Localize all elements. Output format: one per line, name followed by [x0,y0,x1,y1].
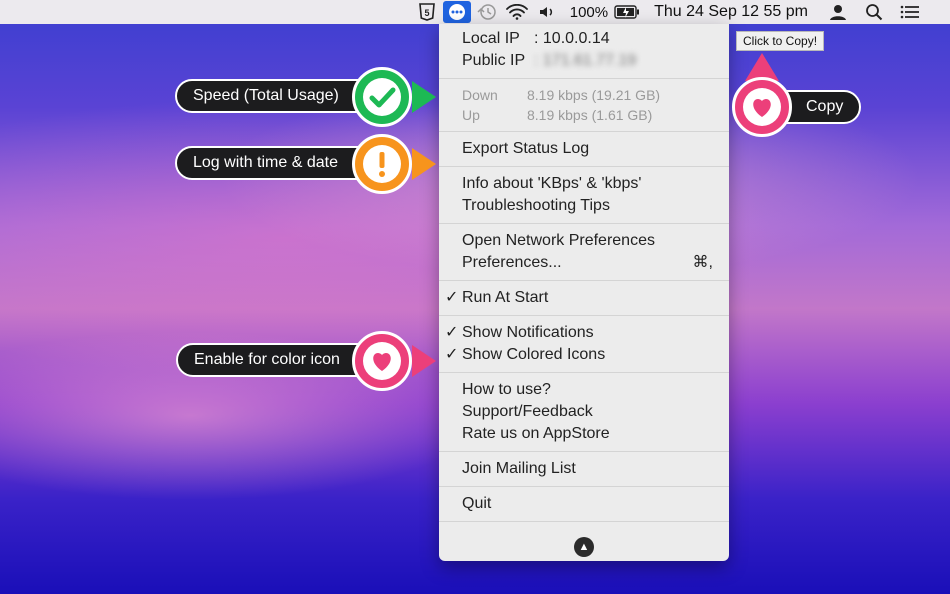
log-callout-label: Log with time & date [193,154,338,171]
down-value: 8.19 kbps (19.21 GB) [527,87,661,103]
public-ip-row[interactable]: Public IP : 171.61.77.19 [462,50,729,72]
up-label: Up [462,107,480,123]
netspeed-dropdown-menu: Local IP : 10.0.0.14 Public IP : 171.61.… [439,24,729,561]
public-ip-value: : 171.61.77.19 [534,52,637,69]
support-feedback-item[interactable]: Support/Feedback [462,401,729,423]
html5-icon[interactable]: 5 [412,0,442,24]
menubar-clock[interactable]: Thu 24 Sep 12 55 pm [642,0,820,24]
battery-percentage: 100% [569,3,609,21]
preferences-item[interactable]: Preferences... ⌘, [462,252,729,274]
checkmark-badge-icon [352,67,412,127]
menu-bar: 5 100% Thu 24 Sep 12 55 pm [0,0,950,24]
log-pointer [412,148,436,180]
run-at-start-label: Run At Start [462,289,549,306]
join-mailing-list-item[interactable]: Join Mailing List [462,458,729,480]
checkmark-icon: ✓ [445,346,459,363]
wifi-icon[interactable] [502,0,532,24]
speed-callout-label: Speed (Total Usage) [193,87,339,104]
exclamation-badge-icon [352,134,412,194]
ip-section: Local IP : 10.0.0.14 Public IP : 171.61.… [439,24,729,79]
control-center-icon[interactable] [892,0,928,24]
show-notifications-label: Show Notifications [462,324,594,341]
speed-section: Down 8.19 kbps (19.21 GB) Up 8.19 kbps (… [439,79,729,132]
user-icon[interactable] [820,0,856,24]
volume-icon[interactable] [532,0,562,24]
download-speed-row: Down 8.19 kbps (19.21 GB) [462,85,729,105]
local-ip-row[interactable]: Local IP : 10.0.0.14 [462,28,729,50]
preferences-label: Preferences... [462,254,562,271]
copy-tooltip: Click to Copy! [736,31,825,51]
down-label: Down [462,87,498,103]
scroll-up-chevron-icon[interactable]: ▲ [574,537,594,557]
speed-pointer [412,81,436,113]
color-icon-callout-label: Enable for color icon [194,351,340,368]
svg-text:5: 5 [424,8,429,18]
search-icon[interactable] [856,0,892,24]
color-icon-pointer [412,345,436,377]
open-network-preferences-item[interactable]: Open Network Preferences [462,230,729,252]
time-machine-icon[interactable] [472,0,502,24]
copy-heart-badge-icon [732,77,792,137]
run-at-start-item[interactable]: ✓ Run At Start [445,287,729,309]
heart-badge-icon [352,331,412,391]
quit-item[interactable]: Quit [462,493,729,515]
public-ip-label: Public IP [462,52,526,69]
preferences-shortcut: ⌘, [692,254,713,271]
upload-speed-row: Up 8.19 kbps (1.61 GB) [462,105,729,125]
up-value: 8.19 kbps (1.61 GB) [527,107,653,123]
checkmark-icon: ✓ [445,324,459,341]
checkmark-icon: ✓ [445,289,459,306]
export-status-log-item[interactable]: Export Status Log [462,138,729,160]
netspeed-icon[interactable] [442,0,472,24]
copy-callout-label: Copy [806,98,844,115]
show-colored-icons-item[interactable]: ✓ Show Colored Icons [445,344,729,366]
local-ip-value: : 10.0.0.14 [534,30,610,47]
how-to-use-item[interactable]: How to use? [462,379,729,401]
battery-icon[interactable] [612,0,642,24]
troubleshooting-item[interactable]: Troubleshooting Tips [462,195,729,217]
local-ip-label: Local IP [462,30,520,47]
info-kbps-item[interactable]: Info about 'KBps' & 'kbps' [462,173,729,195]
rate-us-item[interactable]: Rate us on AppStore [462,423,729,445]
show-notifications-item[interactable]: ✓ Show Notifications [445,322,729,344]
show-colored-icons-label: Show Colored Icons [462,346,606,363]
